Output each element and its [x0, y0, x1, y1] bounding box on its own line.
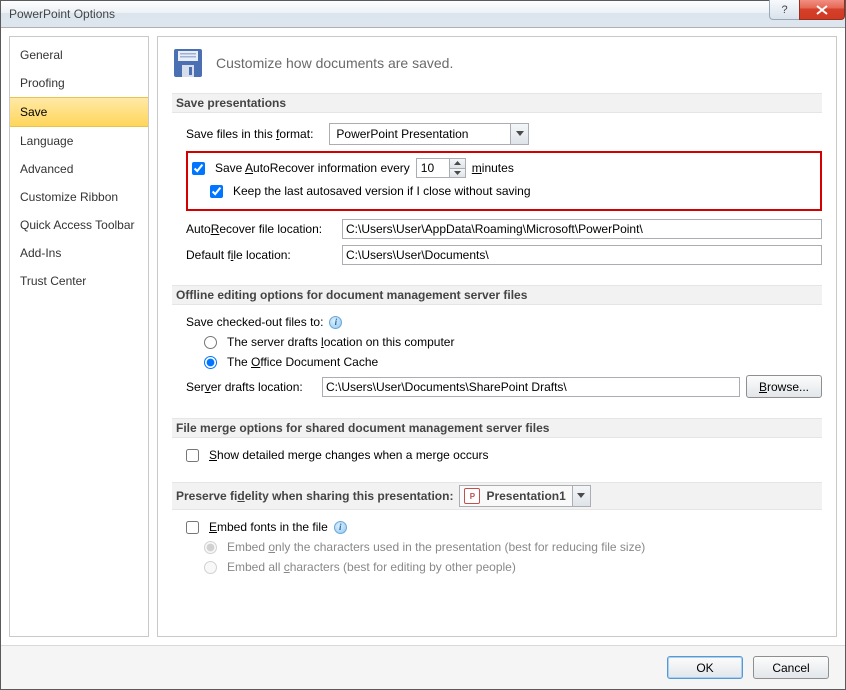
- sidebar-label: Add-Ins: [20, 246, 61, 260]
- title-bar: PowerPoint Options ?: [1, 1, 845, 28]
- embed-fonts-label: Embed fonts in the file: [209, 520, 328, 534]
- ok-button[interactable]: OK: [667, 656, 743, 679]
- sidebar-label: Proofing: [20, 76, 65, 90]
- format-dropdown[interactable]: PowerPoint Presentation: [329, 123, 529, 145]
- sidebar-item-general[interactable]: General: [10, 41, 148, 69]
- sidebar-label: General: [20, 48, 63, 62]
- sidebar-item-proofing[interactable]: Proofing: [10, 69, 148, 97]
- window-controls: ?: [769, 0, 845, 20]
- autorecover-location-label: AutoRecover file location:: [186, 222, 336, 236]
- section-offline: Save checked-out files to: i The server …: [172, 315, 822, 418]
- server-drafts-location-label: Server drafts location:: [186, 380, 316, 394]
- section-offline-title: Offline editing options for document man…: [172, 285, 822, 305]
- section-merge-title: File merge options for shared document m…: [172, 418, 822, 438]
- default-location-label: Default file location:: [186, 248, 336, 262]
- page-heading-row: Customize how documents are saved.: [172, 47, 822, 79]
- presentation-dropdown[interactable]: P Presentation1: [459, 485, 590, 507]
- autorecover-location-input[interactable]: [342, 219, 822, 239]
- help-icon: ?: [781, 4, 787, 16]
- autorecover-highlight: Save AutoRecover information every minut…: [186, 151, 822, 211]
- page-heading: Customize how documents are saved.: [216, 55, 453, 71]
- sidebar-label: Advanced: [20, 162, 73, 176]
- floppy-disk-icon: [172, 47, 204, 79]
- info-icon[interactable]: i: [329, 316, 342, 329]
- sidebar-label: Customize Ribbon: [20, 190, 118, 204]
- info-icon[interactable]: i: [334, 521, 347, 534]
- default-location-input[interactable]: [342, 245, 822, 265]
- spin-up-button[interactable]: [450, 159, 465, 169]
- embed-only-radio: [204, 541, 217, 554]
- keep-last-checkbox[interactable]: [210, 185, 223, 198]
- show-merge-checkbox[interactable]: [186, 449, 199, 462]
- browse-button[interactable]: BBrowse...rowse...: [746, 375, 822, 398]
- save-checked-out-label: Save checked-out files to:: [186, 315, 323, 329]
- close-icon: [816, 5, 828, 15]
- sidebar-item-language[interactable]: Language: [10, 127, 148, 155]
- sidebar-item-addins[interactable]: Add-Ins: [10, 239, 148, 267]
- chevron-down-icon: [572, 486, 590, 506]
- preserve-title-text: Preserve fidelity when sharing this pres…: [176, 489, 453, 503]
- autorecover-label: Save AutoRecover information every: [215, 161, 410, 175]
- close-button[interactable]: [799, 0, 845, 20]
- office-cache-radio[interactable]: [204, 356, 217, 369]
- dialog-body: General Proofing Save Language Advanced …: [1, 28, 845, 645]
- sidebar-item-save[interactable]: Save: [10, 97, 148, 127]
- keep-last-label: Keep the last autosaved version if I clo…: [233, 184, 531, 198]
- section-save-presentations-title: Save presentations: [172, 93, 822, 113]
- autorecover-checkbox[interactable]: [192, 162, 205, 175]
- cancel-button[interactable]: Cancel: [753, 656, 829, 679]
- section-merge: Show detailed merge changes when a merge…: [172, 448, 822, 482]
- sidebar-label: Trust Center: [20, 274, 86, 288]
- sidebar-label: Save: [20, 105, 47, 119]
- chevron-down-icon: [510, 124, 528, 144]
- options-dialog: PowerPoint Options ? General Proofing Sa…: [0, 0, 846, 690]
- embed-all-radio: [204, 561, 217, 574]
- sidebar-label: Language: [20, 134, 73, 148]
- embed-only-label: Embed only the characters used in the pr…: [227, 540, 645, 554]
- sidebar-label: Quick Access Toolbar: [20, 218, 135, 232]
- sidebar-item-trust-center[interactable]: Trust Center: [10, 267, 148, 295]
- server-drafts-location-input[interactable]: [322, 377, 740, 397]
- presentation-value: Presentation1: [480, 489, 571, 503]
- office-cache-radio-label: The Office Document Cache: [227, 355, 378, 369]
- minutes-label: minutes: [472, 161, 514, 175]
- window-title: PowerPoint Options: [9, 7, 115, 21]
- spin-down-button[interactable]: [450, 169, 465, 178]
- content-panel: Customize how documents are saved. Save …: [157, 36, 837, 637]
- server-drafts-radio-label: The server drafts location on this compu…: [227, 335, 454, 349]
- embed-all-label: Embed all characters (best for editing b…: [227, 560, 516, 574]
- sidebar-item-advanced[interactable]: Advanced: [10, 155, 148, 183]
- autorecover-minutes-spinner[interactable]: [416, 158, 466, 178]
- section-preserve-title: Preserve fidelity when sharing this pres…: [172, 482, 822, 510]
- category-sidebar: General Proofing Save Language Advanced …: [9, 36, 149, 637]
- sidebar-item-customize-ribbon[interactable]: Customize Ribbon: [10, 183, 148, 211]
- spin-buttons: [449, 159, 465, 177]
- format-label: Save files in this format:: [186, 127, 313, 141]
- show-merge-label: Show detailed merge changes when a merge…: [209, 448, 489, 462]
- powerpoint-file-icon: P: [464, 488, 480, 504]
- server-drafts-radio[interactable]: [204, 336, 217, 349]
- help-button[interactable]: ?: [769, 0, 799, 20]
- sidebar-item-quick-access[interactable]: Quick Access Toolbar: [10, 211, 148, 239]
- format-value: PowerPoint Presentation: [330, 127, 510, 141]
- section-save-presentations: Save files in this format: PowerPoint Pr…: [172, 123, 822, 285]
- dialog-footer: OK Cancel: [1, 645, 845, 689]
- embed-fonts-checkbox[interactable]: [186, 521, 199, 534]
- section-preserve: Embed fonts in the file i Embed only the…: [172, 520, 822, 594]
- autorecover-minutes-input[interactable]: [417, 159, 449, 177]
